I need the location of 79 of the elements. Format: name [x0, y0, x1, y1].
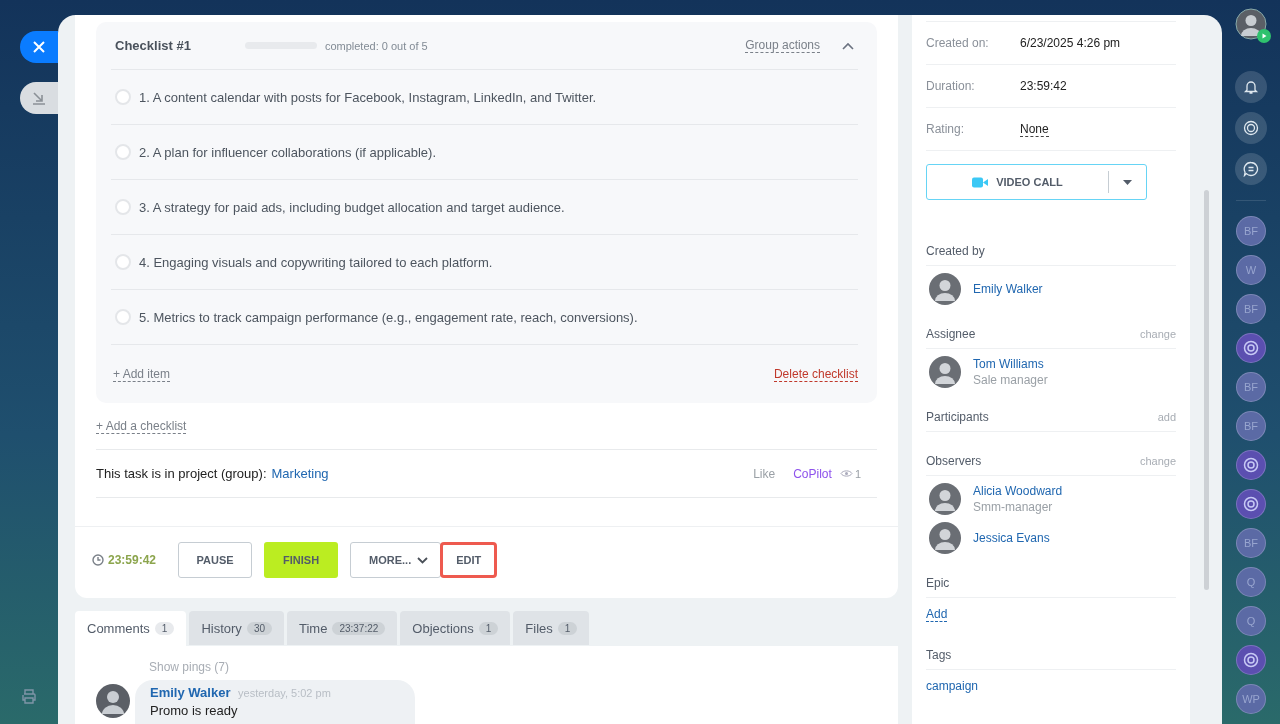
project-link[interactable]: Marketing — [271, 466, 329, 481]
add-epic-link[interactable]: Add — [926, 607, 948, 622]
detail-value: 23:59:42 — [1020, 79, 1067, 93]
rating-link[interactable]: None — [1020, 121, 1049, 137]
checklist-item-text: 2. A plan for influencer collaborations (if applicable). — [139, 144, 436, 160]
section-title: Assignee — [926, 326, 976, 341]
action-button[interactable]: PAUSE — [178, 542, 253, 578]
caret-icon[interactable] — [1123, 179, 1132, 185]
person-role: Smm-manager — [973, 499, 1054, 515]
section-title: Epic — [926, 575, 950, 590]
checkbox[interactable] — [115, 309, 131, 325]
copilot-chat-button[interactable] — [1236, 489, 1266, 519]
action-button[interactable]: FINISH — [264, 542, 339, 578]
play-badge-icon — [1257, 29, 1271, 43]
scrollbar-thumb[interactable] — [1203, 190, 1209, 590]
section-title: Created by — [926, 243, 985, 258]
add-item-link[interactable]: + Add item — [113, 366, 171, 382]
checkbox[interactable] — [115, 144, 131, 160]
like-link[interactable]: Like — [753, 466, 776, 481]
view-count: 1 — [854, 467, 861, 480]
clock-icon — [92, 554, 104, 566]
close-button[interactable] — [20, 31, 58, 63]
person-role: Sale manager — [973, 372, 1048, 388]
checkbox[interactable] — [115, 199, 131, 215]
close-icon — [32, 40, 46, 54]
timer: 23:59:42 — [108, 553, 157, 567]
video-camera-icon — [972, 176, 989, 188]
detail-label: Rating: — [926, 122, 966, 136]
tab[interactable]: Files 1 — [513, 611, 590, 645]
video-call-button[interactable]: VIDEO CALL — [926, 164, 1147, 200]
action-button[interactable]: EDIT — [440, 542, 498, 578]
avatar-icon — [929, 273, 961, 305]
tab[interactable]: Comments 1 — [75, 611, 187, 646]
copilot-chat-button[interactable] — [1236, 333, 1266, 363]
avatar-icon — [929, 356, 961, 388]
tab[interactable]: History 30 — [189, 611, 284, 645]
tab[interactable]: Time 23:37:22 — [287, 611, 398, 645]
project-label: This task is in project (group): — [96, 466, 267, 481]
checklist-item-text: 5. Metrics to track campaign performance (e.g., engagement rate, reach, conversions). — [139, 309, 638, 325]
person-name-link[interactable]: Alicia Woodward — [973, 483, 1063, 499]
tab[interactable]: Objections 1 — [400, 611, 511, 645]
section-title: Tags — [926, 647, 952, 662]
comment-author[interactable]: Emily Walker — [150, 685, 231, 700]
detail-label: Duration: — [926, 79, 976, 93]
checklist-title: Checklist #1 — [115, 38, 191, 53]
copilot-chat-button[interactable] — [1236, 645, 1266, 675]
section-title: Participants — [926, 409, 989, 424]
checkbox[interactable] — [115, 89, 131, 105]
more-button[interactable]: MORE... — [350, 542, 442, 578]
progress-text: completed: 0 out of 5 — [324, 39, 428, 52]
copilot-link[interactable]: CoPilot — [793, 466, 832, 481]
person-name-link[interactable]: Emily Walker — [973, 281, 1043, 297]
chat-button[interactable] — [1235, 153, 1267, 185]
section-title: Observers — [926, 453, 982, 468]
caret-icon — [417, 556, 429, 564]
add-checklist-link[interactable]: + Add a checklist — [96, 418, 187, 434]
checklist-item-text: 4. Engaging visuals and copywriting tailored to each platform. — [139, 254, 493, 270]
avatar-icon — [929, 522, 961, 554]
delete-checklist-link[interactable]: Delete checklist — [773, 366, 858, 382]
checklist-item-text: 1. A content calendar with posts for Facebook, Instagram, LinkedIn, and Twitter. — [139, 89, 597, 105]
chevron-icon[interactable] — [842, 41, 854, 50]
bell-icon — [1243, 79, 1259, 95]
minimize-button[interactable] — [20, 82, 58, 114]
copilot-chat-button[interactable] — [1236, 450, 1266, 480]
copilot-button[interactable] — [1235, 112, 1267, 144]
avatar-icon — [96, 684, 130, 718]
person-name-link[interactable]: Jessica Evans — [973, 530, 1050, 546]
checklist-item-text: 3. A strategy for paid ads, including budget allocation and target audience. — [139, 199, 565, 215]
person-name-link[interactable]: Tom Williams — [973, 356, 1048, 372]
detail-value: 6/23/2025 4:26 pm — [1020, 36, 1121, 50]
checkbox[interactable] — [115, 254, 131, 270]
avatar-icon — [929, 483, 961, 515]
comment-text: Promo is ready — [150, 703, 239, 719]
arrow-down-right-icon — [32, 91, 46, 105]
detail-label: Created on: — [926, 36, 990, 50]
eye-icon — [839, 469, 853, 478]
notifications-button[interactable] — [1235, 71, 1267, 103]
tag-link[interactable]: campaign — [926, 679, 979, 693]
group-actions-link[interactable]: Group actions — [745, 38, 820, 53]
